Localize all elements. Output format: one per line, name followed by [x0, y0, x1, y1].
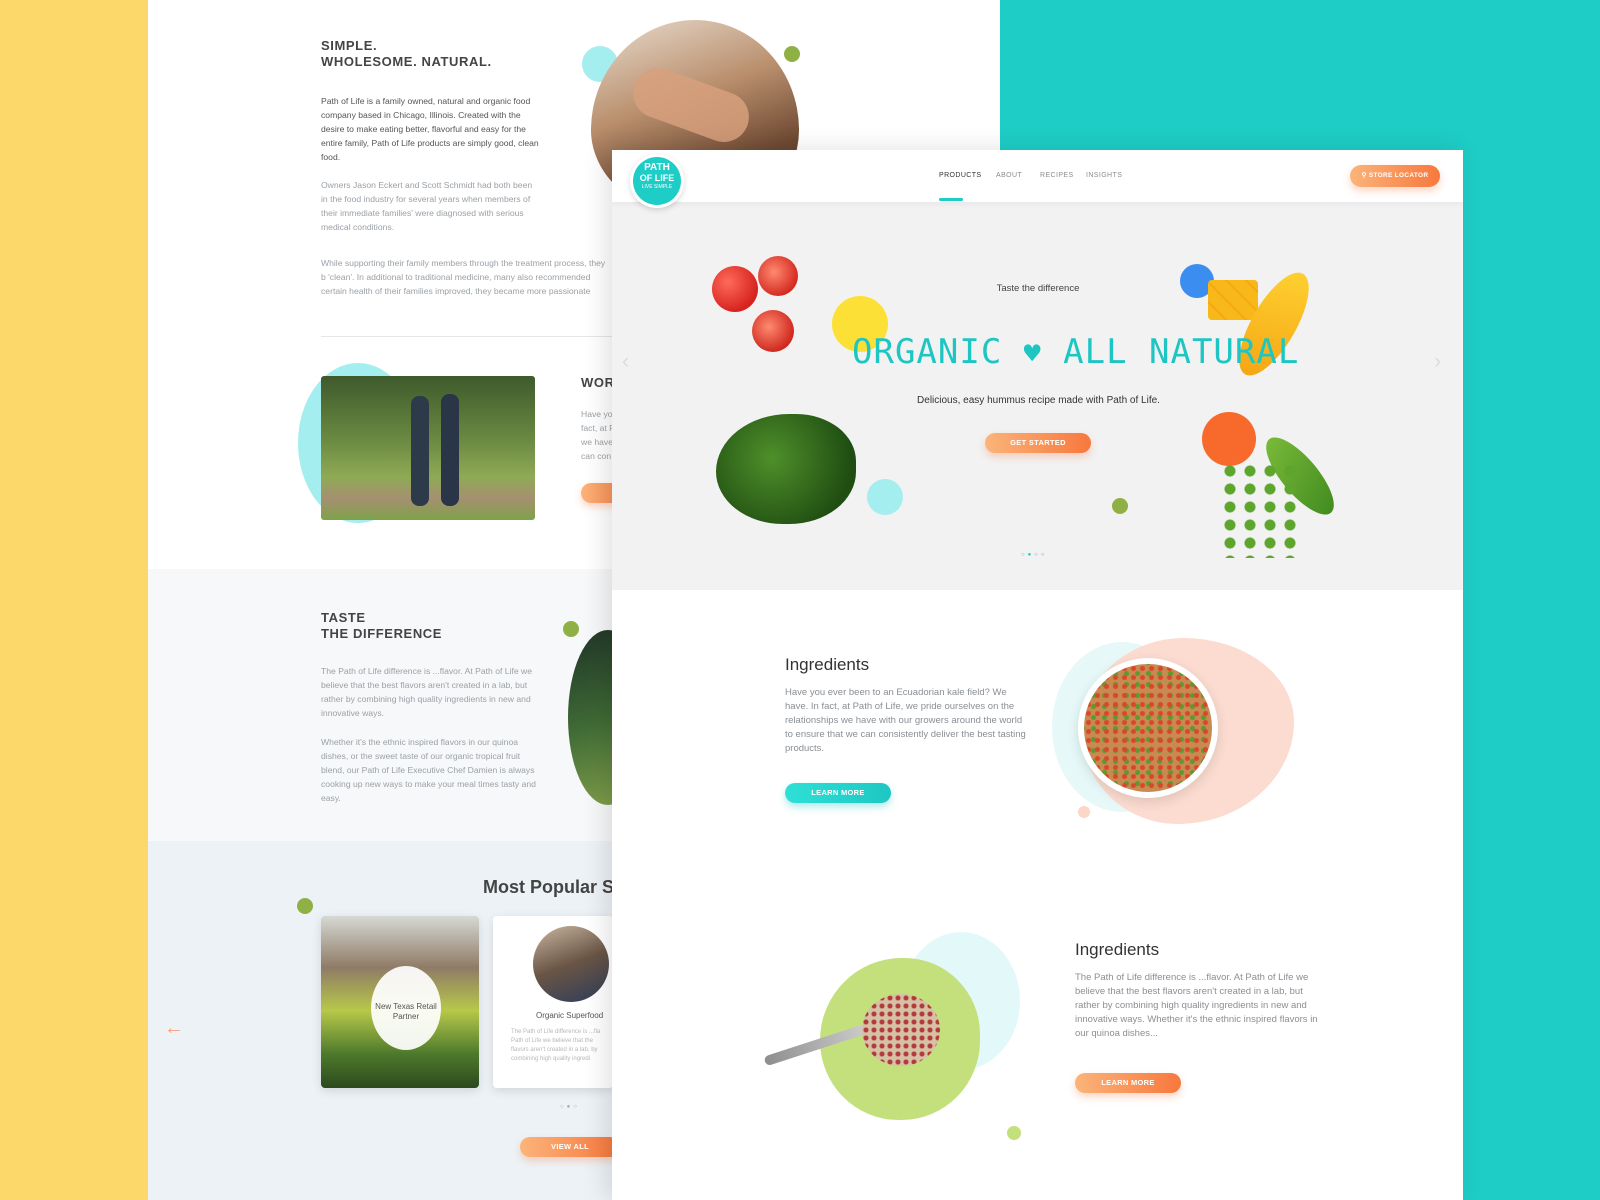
front-page: PATH OF LIFE LIVE SIMPLE PRODUCTS ABOUT … — [612, 150, 1463, 1200]
pin-icon: ⚲ — [1361, 172, 1369, 179]
founders-photo — [321, 376, 535, 520]
hero-prev-arrow[interactable]: ‹ — [622, 348, 629, 374]
top-navbar: PATH OF LIFE LIVE SIMPLE PRODUCTS ABOUT … — [612, 150, 1463, 208]
taste-heading-line1: TASTE — [321, 610, 366, 625]
work-heading: WOR — [581, 375, 615, 390]
store-locator-button[interactable]: ⚲ STORE LOCATOR — [1350, 165, 1440, 187]
hero-subtitle: Delicious, easy hummus recipe made with … — [917, 395, 1160, 406]
about-para3: While supporting their family members th… — [321, 258, 606, 296]
logo-line2: OF LIFE — [639, 173, 675, 183]
hero-title-left: ORGANIC — [852, 332, 1003, 372]
logo[interactable]: PATH OF LIFE LIVE SIMPLE — [633, 157, 681, 205]
hero-title: ORGANIC ♥ ALL NATURAL — [852, 332, 1298, 374]
kale-image — [716, 414, 856, 524]
logo-line3: LIVE SIMPLE — [641, 184, 673, 190]
taste-para2: Whether it's the ethnic inspired flavors… — [321, 737, 536, 803]
decor-circle-green — [784, 46, 800, 62]
section2-text: The Path of Life difference is ...flavor… — [1075, 972, 1318, 1039]
decor-circle-green-3 — [297, 898, 313, 914]
heart-icon: ♥ — [1023, 337, 1042, 370]
tomato-half-image — [758, 256, 798, 296]
store-locator-label: STORE LOCATOR — [1368, 172, 1429, 179]
nav-about[interactable]: ABOUT — [996, 172, 1022, 179]
nav-active-indicator — [939, 198, 963, 201]
decor-circle-lime — [1007, 1126, 1021, 1140]
popular-heading: Most Popular S — [483, 877, 615, 897]
mango-cubes-image — [1208, 280, 1258, 320]
popular-card-partner[interactable]: New Texas Retail Partner — [321, 916, 479, 1088]
quinoa-plate-image — [1078, 658, 1218, 798]
quinoa-spoon-image — [862, 994, 940, 1066]
superfood-label: Organic Superfood — [536, 1011, 604, 1020]
hero-next-arrow[interactable]: › — [1434, 348, 1441, 374]
carousel-prev-arrow[interactable]: ← — [164, 1017, 184, 1040]
about-para2: Owners Jason Eckert and Scott Schmidt ha… — [321, 180, 533, 232]
view-all-button[interactable]: VIEW ALL — [520, 1137, 620, 1157]
about-heading: SIMPLE. WHOLESOME. NATURAL. — [321, 38, 492, 70]
hero-section: ‹ › Taste the difference ORGANIC ♥ ALL N… — [612, 202, 1463, 590]
hero-title-right: ALL NATURAL — [1063, 332, 1300, 372]
tomato-half-image-2 — [752, 310, 794, 352]
logo-line1: PATH — [644, 162, 670, 173]
superfood-text: The Path of Life difference is ...fla Pa… — [511, 1029, 601, 1062]
hero-carousel-dots[interactable]: ○●○○ — [1021, 552, 1048, 558]
taste-para1: The Path of Life difference is ...flavor… — [321, 666, 532, 718]
divider — [321, 336, 621, 337]
section2-learn-more-button[interactable]: LEARN MORE — [1075, 1073, 1181, 1093]
taste-heading-line2: THE DIFFERENCE — [321, 626, 443, 641]
about-heading-line2: WHOLESOME. NATURAL. — [321, 54, 492, 69]
nav-recipes[interactable]: RECIPES — [1040, 172, 1074, 179]
partner-label: New Texas Retail Partner — [375, 1002, 437, 1021]
nav-products[interactable]: PRODUCTS — [939, 172, 981, 179]
decor-circle-orange — [1202, 412, 1256, 466]
popular-dots: ○●○ — [560, 1104, 580, 1110]
section1-learn-more-button[interactable]: LEARN MORE — [785, 783, 891, 803]
hero-kicker: Taste the difference — [996, 283, 1080, 294]
about-para1: Path of Life is a family owned, natural … — [321, 96, 539, 162]
tomato-image — [712, 266, 758, 312]
get-started-button[interactable]: GET STARTED — [985, 433, 1091, 453]
popular-card-superfood[interactable]: Organic Superfood The Path of Life diffe… — [493, 916, 613, 1088]
taste-heading: TASTE THE DIFFERENCE — [321, 610, 442, 642]
decor-circle-green-hero — [1112, 498, 1128, 514]
section2-heading: Ingredients — [1075, 940, 1160, 959]
decor-circle-teal-hero — [867, 479, 903, 515]
decor-circle-green-2 — [563, 621, 579, 637]
about-heading-line1: SIMPLE. — [321, 38, 378, 53]
quinoa-dish — [1084, 664, 1212, 792]
peas-image — [1220, 462, 1302, 558]
nav-insights[interactable]: INSIGHTS — [1086, 172, 1122, 179]
decor-circle-peach — [1078, 806, 1090, 818]
section1-text: Have you ever been to an Ecuadorian kale… — [785, 687, 1026, 754]
superfood-photo — [533, 926, 609, 1002]
section1-heading: Ingredients — [785, 655, 870, 674]
